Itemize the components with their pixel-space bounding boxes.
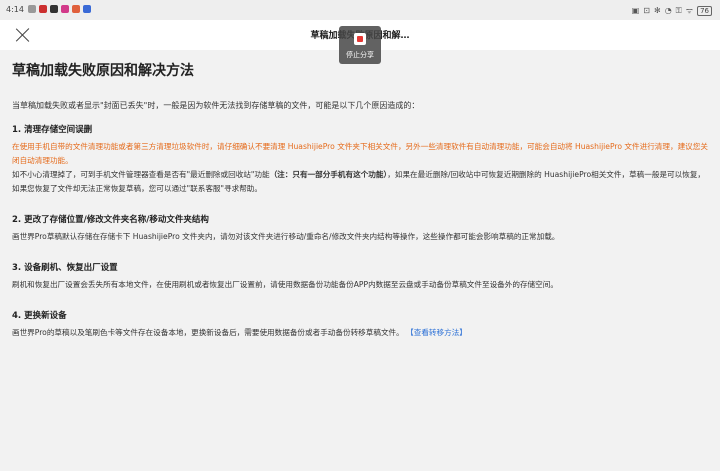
section-new-device: 4. 更换新设备 画世界Pro的草稿以及笔刷色卡等文件存在设备本地，更换新设备后…	[12, 309, 712, 340]
notification-icons	[28, 5, 91, 13]
recovery-note: （注：只有一部分手机有这个功能）	[269, 170, 388, 179]
article-content: 草稿加载失败原因和解决方法 当草稿加载失败或者显示"封面已丢失"时，一般是因为软…	[12, 60, 712, 340]
article-heading: 草稿加载失败原因和解决方法	[12, 63, 194, 79]
section-body: 画世界Pro的草稿以及笔刷色卡等文件存在设备本地，更换新设备后，需要使用数据备份…	[12, 326, 712, 340]
notification-app-icon	[50, 5, 58, 13]
section-device-reset: 3. 设备刷机、恢复出厂设置 刷机和恢复出厂设置会丢失所有本地文件，在使用刷机或…	[12, 261, 712, 292]
notification-app-icon	[28, 5, 36, 13]
alarm-icon: ◔	[664, 6, 672, 15]
battery-icon: 76	[697, 5, 712, 16]
stop-share-label: 停止分享	[346, 51, 374, 59]
notification-app-icon	[39, 5, 47, 13]
section-body: 在使用手机自带的文件清理功能或者第三方清理垃圾软件时，请仔细确认不要清理 Hua…	[12, 140, 712, 196]
notification-app-icon	[72, 5, 80, 13]
notification-app-icon	[61, 5, 69, 13]
section-title: 2. 更改了存储位置/修改文件夹名称/移动文件夹结构	[12, 215, 209, 225]
status-time: 4:14	[6, 5, 24, 14]
screen-icon: ⊡	[643, 6, 650, 15]
recovery-text: 如不小心清理掉了，可到手机文件管理器查看是否有"最近删除或回收站"功能	[12, 170, 270, 179]
status-bar: 4:14 ▣ ⊡ ✻ ◔ ⚿ ᯤ 76	[0, 0, 720, 20]
cast-icon: ▣	[631, 6, 640, 15]
section-title: 3. 设备刷机、恢复出厂设置	[12, 263, 118, 273]
lock-icon: ⚿	[675, 5, 682, 15]
status-indicators: ▣ ⊡ ✻ ◔ ⚿ ᯤ 76	[632, 5, 712, 16]
wifi-icon: ᯤ	[685, 6, 694, 15]
article-intro: 当草稿加载失败或者显示"封面已丢失"时，一般是因为软件无法找到存储草稿的文件，可…	[12, 101, 420, 110]
notification-app-icon	[83, 5, 91, 13]
section-body: 刷机和恢复出厂设置会丢失所有本地文件，在使用刷机或者恢复出厂设置前，请使用数据备…	[12, 280, 558, 289]
section-body: 画世界Pro草稿默认存储在存储卡下 HuashijiePro 文件夹内，请勿对该…	[12, 232, 560, 241]
section-storage-location: 2. 更改了存储位置/修改文件夹名称/移动文件夹结构 画世界Pro草稿默认存储在…	[12, 213, 712, 244]
section-cleanup: 1. 清理存储空间误删 在使用手机自带的文件清理功能或者第三方清理垃圾软件时，请…	[12, 123, 712, 196]
warning-text: 在使用手机自带的文件清理功能或者第三方清理垃圾软件时，请仔细确认不要清理 Hua…	[12, 142, 708, 165]
section-title: 4. 更换新设备	[12, 311, 67, 321]
stop-record-icon	[354, 33, 366, 45]
section-body-text: 画世界Pro的草稿以及笔刷色卡等文件存在设备本地，更换新设备后，需要使用数据备份…	[12, 328, 404, 337]
section-title: 1. 清理存储空间误删	[12, 125, 93, 135]
stop-share-button[interactable]: 停止分享	[339, 26, 381, 64]
view-transfer-method-link[interactable]: 【查看转移方法】	[406, 328, 467, 337]
bluetooth-icon: ✻	[653, 6, 661, 15]
